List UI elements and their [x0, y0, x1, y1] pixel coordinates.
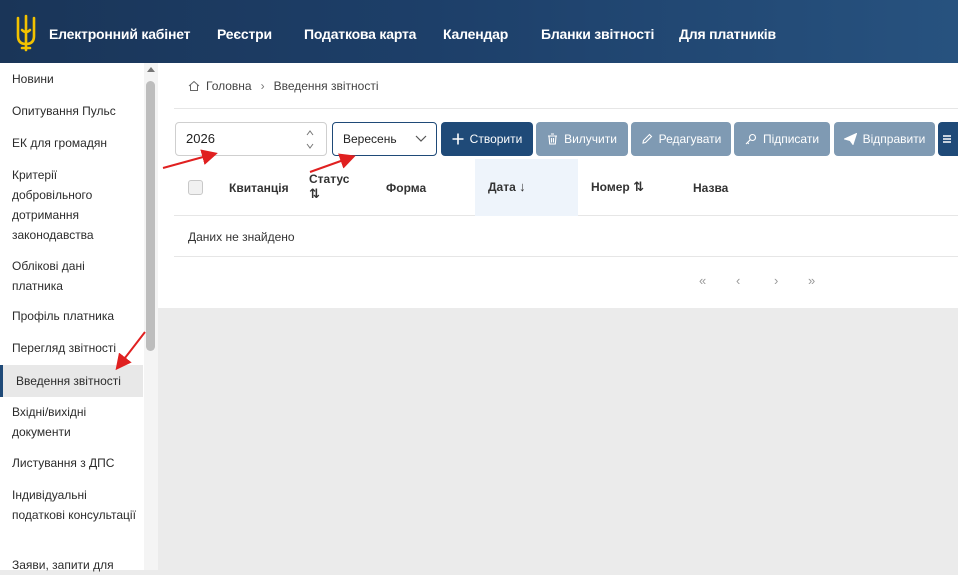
year-field[interactable] [175, 122, 327, 156]
breadcrumb: Головна › Введення звітності [188, 79, 379, 93]
sidebar-item-consultations[interactable]: Індивідуальні податкові консультації [12, 485, 137, 525]
scroll-up-icon[interactable] [147, 67, 155, 72]
column-number[interactable]: Номер ⇅ [591, 179, 644, 195]
chevron-right-icon: › [260, 79, 265, 93]
year-input[interactable] [186, 131, 286, 146]
sidebar-item-news[interactable]: Новини [12, 69, 137, 89]
nav-registers[interactable]: Реєстри [217, 26, 272, 42]
nav-calendar[interactable]: Календар [443, 26, 508, 42]
column-date-label: Дата [488, 180, 516, 194]
table-empty-row: Даних не знайдено [174, 216, 958, 257]
month-select[interactable]: Вересень [332, 122, 437, 156]
table-header: Квитанція Статус ⇅ Форма Дата ↓ Номер ⇅ … [174, 159, 958, 216]
select-all-checkbox[interactable] [188, 180, 203, 195]
sidebar-item-view-reports[interactable]: Перегляд звітності [12, 338, 137, 358]
chevron-down-icon [415, 135, 427, 142]
edit-button-label: Редагувати [658, 132, 722, 146]
sidebar-item-citizens[interactable]: ЕК для громадян [12, 133, 137, 153]
send-button[interactable]: Відправити [834, 122, 935, 156]
sidebar-item-compliance[interactable]: Критерії добровільного дотримання законо… [12, 165, 137, 245]
sidebar-item-correspondence[interactable]: Листування з ДПС [12, 453, 137, 473]
column-form[interactable]: Форма [386, 181, 426, 195]
sidebar-item-account-data[interactable]: Облікові дані платника [12, 256, 137, 296]
edit-button[interactable]: Редагувати [631, 122, 731, 156]
trash-icon [548, 133, 558, 145]
delete-button[interactable]: Вилучити [536, 122, 628, 156]
column-name[interactable]: Назва [693, 181, 728, 195]
column-status-label: Статус [309, 172, 350, 186]
sidebar-item-survey[interactable]: Опитування Пульс [12, 101, 137, 121]
column-number-label: Номер [591, 180, 630, 194]
sidebar: Новини Опитування Пульс ЕК для громадян … [0, 63, 158, 572]
sidebar-item-requests[interactable]: Заяви, запити для [12, 555, 137, 575]
divider [174, 108, 958, 109]
sidebar-item-enter-reports[interactable]: Введення звітності [0, 365, 143, 397]
sign-button[interactable]: Підписати [734, 122, 830, 156]
delete-button-label: Вилучити [564, 132, 617, 146]
column-status[interactable]: Статус ⇅ [309, 172, 349, 202]
month-value: Вересень [343, 132, 397, 146]
plus-icon [452, 133, 464, 145]
send-icon [843, 133, 857, 145]
chevron-down-icon[interactable] [306, 142, 314, 150]
sidebar-item-label: Введення звітності [16, 374, 121, 388]
create-button[interactable]: Створити [441, 122, 533, 156]
last-page-button[interactable]: » [808, 273, 815, 288]
breadcrumb-home[interactable]: Головна [206, 79, 252, 93]
list-icon [943, 135, 951, 143]
column-receipt[interactable]: Квитанція [229, 181, 289, 195]
empty-message: Даних не знайдено [188, 230, 295, 244]
send-button-label: Відправити [862, 132, 926, 146]
breadcrumb-current: Введення звітності [273, 79, 379, 93]
prev-page-button[interactable]: ‹ [736, 273, 740, 288]
sort-icon[interactable]: ⇅ [633, 179, 644, 194]
sidebar-item-profile[interactable]: Профіль платника [12, 306, 137, 326]
sign-button-label: Підписати [762, 132, 820, 146]
main-panel: Головна › Введення звітності Вересень Ст… [158, 63, 958, 308]
more-menu-button[interactable] [938, 122, 958, 156]
nav-for-payers[interactable]: Для платників [679, 26, 776, 42]
sort-icon[interactable]: ⇅ [309, 186, 320, 201]
brand-title[interactable]: Електронний кабінет [49, 26, 190, 42]
pencil-icon [641, 133, 652, 144]
chevron-up-icon[interactable] [306, 129, 314, 137]
first-page-button[interactable]: « [699, 273, 706, 288]
nav-report-forms[interactable]: Бланки звітності [541, 26, 654, 42]
next-page-button[interactable]: › [774, 273, 778, 288]
trident-logo-icon[interactable] [14, 14, 38, 52]
sort-desc-icon[interactable]: ↓ [519, 179, 526, 194]
key-icon [745, 133, 756, 145]
sidebar-item-documents[interactable]: Вхідні/вихідні документи [12, 402, 137, 442]
column-date[interactable]: Дата ↓ [488, 179, 526, 194]
scrollbar-thumb[interactable] [146, 81, 155, 351]
home-icon[interactable] [188, 80, 200, 92]
nav-tax-map[interactable]: Податкова карта [304, 26, 416, 42]
create-button-label: Створити [469, 132, 523, 146]
top-bar: Електронний кабінет Реєстри Податкова ка… [0, 0, 958, 63]
